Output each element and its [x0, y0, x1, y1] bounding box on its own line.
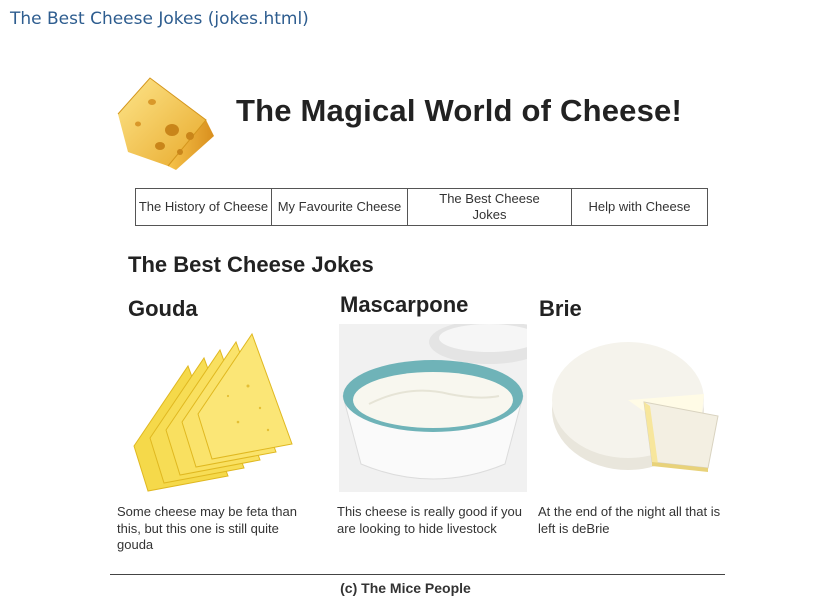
- mascarpone-heading: Mascarpone: [340, 292, 469, 317]
- site-title: The Magical World of Cheese!: [236, 93, 682, 128]
- brie-wheel-image: [552, 342, 719, 472]
- cheese-logo-image: [117, 77, 214, 170]
- gouda-slices-image: [133, 332, 293, 492]
- document-title: The Best Cheese Jokes (jokes.html): [10, 9, 309, 29]
- main-nav: The History of Cheese My Favourite Chees…: [135, 188, 708, 226]
- gouda-caption: Some cheese may be feta than this, but t…: [117, 504, 297, 552]
- footer-text: (c) The Mice People: [340, 580, 471, 596]
- gouda-heading: Gouda: [128, 296, 198, 321]
- mascarpone-caption: This cheese is really good if you are lo…: [337, 504, 522, 536]
- page-heading: The Best Cheese Jokes: [128, 252, 374, 277]
- footer-divider: [110, 574, 725, 575]
- footer: (c) The Mice People: [0, 580, 831, 596]
- mascarpone-bowl-image: [339, 324, 527, 492]
- nav-item-jokes[interactable]: The Best Cheese Jokes: [408, 189, 572, 225]
- nav-item-help[interactable]: Help with Cheese: [572, 189, 707, 225]
- brie-heading: Brie: [539, 296, 582, 321]
- nav-item-favourite[interactable]: My Favourite Cheese: [272, 189, 408, 225]
- nav-item-history[interactable]: The History of Cheese: [136, 189, 272, 225]
- brie-caption: At the end of the night all that is left…: [538, 504, 721, 536]
